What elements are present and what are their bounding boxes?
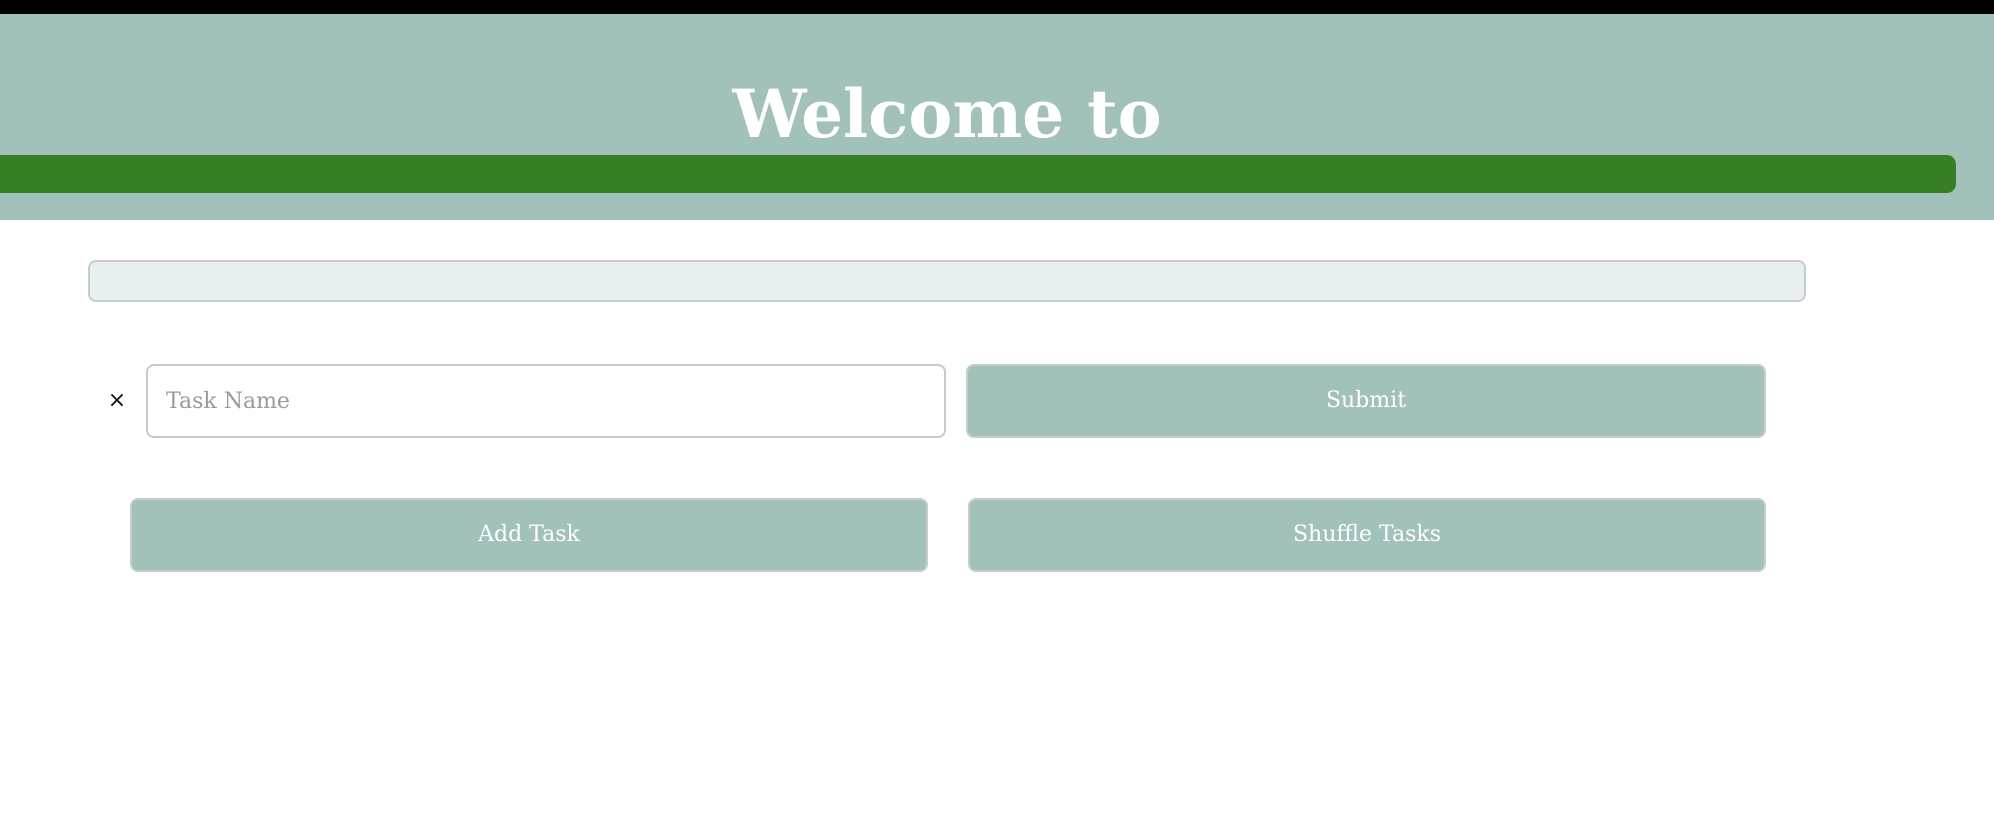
close-icon[interactable]: × xyxy=(104,386,130,416)
page-title: Welcome to xyxy=(732,75,1162,153)
task-name-input[interactable] xyxy=(146,364,946,438)
progress-bar-fill xyxy=(0,155,1956,193)
progress-bar xyxy=(0,155,1956,193)
add-task-button[interactable]: Add Task xyxy=(130,498,928,572)
submit-button[interactable]: Submit xyxy=(966,364,1766,438)
header: Welcome to xyxy=(0,14,1994,220)
window-top-bar xyxy=(0,0,1994,14)
filter-bar[interactable] xyxy=(88,260,1806,302)
shuffle-tasks-button[interactable]: Shuffle Tasks xyxy=(968,498,1766,572)
